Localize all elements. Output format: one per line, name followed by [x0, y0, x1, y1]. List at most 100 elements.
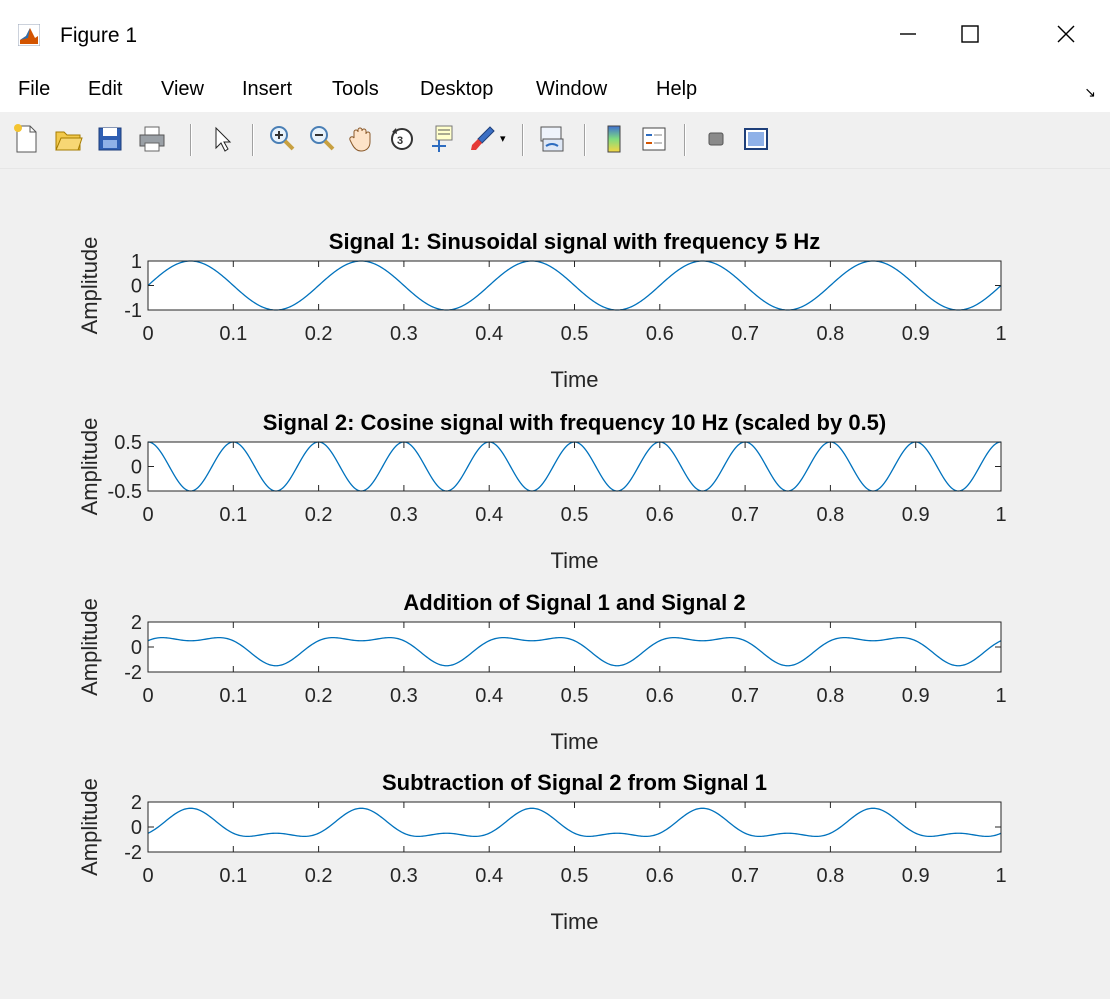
data-cursor-icon[interactable] — [426, 122, 458, 156]
subplot-title: Signal 1: Sinusoidal signal with frequen… — [329, 229, 820, 254]
brush-icon[interactable] — [466, 122, 498, 156]
x-tick-label: 0 — [142, 504, 153, 526]
zoom-out-icon[interactable] — [306, 122, 338, 156]
x-tick-label: 0.2 — [305, 685, 333, 707]
x-tick-label: 0.3 — [390, 323, 418, 345]
x-tick-label: 0 — [142, 323, 153, 345]
x-tick-label: 0.1 — [219, 685, 247, 707]
x-tick-label: 1 — [995, 323, 1006, 345]
x-tick-label: 0.1 — [219, 504, 247, 526]
plot-area — [148, 442, 1001, 491]
menu-help[interactable]: Help — [656, 78, 697, 101]
x-tick-label: 0.4 — [475, 504, 503, 526]
hide-plot-tools-icon[interactable] — [700, 122, 732, 156]
toolbar-separator — [252, 124, 254, 156]
x-tick-label: 1 — [995, 685, 1006, 707]
save-icon[interactable] — [94, 122, 126, 156]
maximize-icon — [961, 25, 979, 43]
matlab-icon — [18, 24, 40, 46]
dock-arrow-icon[interactable]: ↘ — [1084, 84, 1096, 101]
menu-insert[interactable]: Insert — [242, 78, 292, 101]
legend-icon[interactable] — [638, 122, 670, 156]
menu-file[interactable]: File — [18, 78, 50, 101]
figure-canvas: 0 0.1 0.2 0.3 0.4 0.5 0.6 0.7 0.8 0.9 1 -1 0 1 Signal … — [0, 169, 1110, 994]
x-tick-label: 0.9 — [902, 323, 930, 345]
y-tick-label: 0 — [131, 276, 142, 298]
x-tick-label: 0.6 — [646, 323, 674, 345]
window-titlebar: Figure 1 — [0, 0, 1110, 68]
zoom-in-icon[interactable] — [266, 122, 298, 156]
maximize-button[interactable] — [940, 10, 1000, 58]
subplots: 0 0.1 0.2 0.3 0.4 0.5 0.6 0.7 0.8 0.9 1-101Signal … — [77, 229, 1007, 934]
x-tick-label: 0.6 — [646, 504, 674, 526]
close-icon — [1057, 25, 1075, 43]
menu-desktop[interactable]: Desktop — [420, 78, 493, 101]
x-tick-label: 0.1 — [219, 865, 247, 887]
subplot-3: 0 0.1 0.2 0.3 0.4 0.5 0.6 0.7 0.8 0.9 1-202Additio… — [77, 590, 1007, 754]
toolbar-separator — [522, 124, 524, 156]
x-tick-label: 1 — [995, 865, 1006, 887]
y-tick-label: 0 — [131, 817, 142, 839]
print-icon[interactable] — [136, 122, 168, 156]
y-tick-label: 0.5 — [114, 432, 142, 454]
y-axis-label: Amplitude — [77, 598, 102, 696]
y-tick-label: 0 — [131, 457, 142, 479]
svg-text:3: 3 — [397, 135, 403, 147]
x-tick-label: 0.3 — [390, 685, 418, 707]
x-tick-label: 0.5 — [561, 685, 589, 707]
pointer-icon[interactable] — [206, 122, 238, 156]
open-file-icon[interactable] — [52, 122, 84, 156]
window-title: Figure 1 — [60, 24, 138, 47]
show-plot-tools-icon[interactable] — [740, 122, 772, 156]
close-button[interactable] — [1036, 10, 1096, 58]
subplot-2: 0 0.1 0.2 0.3 0.4 0.5 0.6 0.7 0.8 0.9 1 -0.50 0.5 Sig… — [77, 410, 1007, 573]
y-tick-label: 2 — [131, 612, 142, 634]
toolbar-separator — [584, 124, 586, 156]
x-tick-label: 0.4 — [475, 685, 503, 707]
new-figure-icon[interactable] — [10, 122, 42, 156]
x-tick-label: 0.4 — [475, 323, 503, 345]
x-tick-label: 0.7 — [731, 865, 759, 887]
x-axis-label: Time — [550, 729, 598, 754]
x-tick-label: 1 — [995, 504, 1006, 526]
brush-dropdown-icon[interactable]: ▾ — [500, 132, 506, 145]
menu-window[interactable]: Window — [536, 78, 607, 101]
x-tick-label: 0 — [142, 865, 153, 887]
x-tick-label: 0.1 — [219, 323, 247, 345]
x-tick-label: 0.5 — [561, 865, 589, 887]
x-tick-label: 0.5 — [561, 504, 589, 526]
link-plot-icon[interactable] — [536, 122, 568, 156]
y-tick-label: -0.5 — [108, 481, 142, 503]
y-tick-label: 1 — [131, 251, 142, 273]
x-tick-label: 0.9 — [902, 865, 930, 887]
x-tick-label: 0.3 — [390, 504, 418, 526]
subplot-title: Addition of Signal 1 and Signal 2 — [403, 590, 745, 615]
menu-view[interactable]: View — [161, 78, 204, 101]
y-tick-label: -1 — [124, 300, 142, 322]
colorbar-icon[interactable] — [598, 122, 630, 156]
y-tick-label: -2 — [124, 842, 142, 864]
plot-area — [148, 622, 1001, 672]
x-tick-label: 0.2 — [305, 504, 333, 526]
x-tick-label: 0.7 — [731, 504, 759, 526]
x-tick-label: 0.8 — [816, 865, 844, 887]
subplot-title: Signal 2: Cosine signal with frequency 1… — [263, 410, 887, 435]
x-tick-label: 0 — [142, 685, 153, 707]
y-tick-label: 2 — [131, 792, 142, 814]
menu-edit[interactable]: Edit — [88, 78, 122, 101]
y-axis-label: Amplitude — [77, 237, 102, 335]
subplot-title: Subtraction of Signal 2 from Signal 1 — [382, 770, 767, 795]
x-tick-label: 0.7 — [731, 685, 759, 707]
y-axis-label: Amplitude — [77, 418, 102, 516]
minimize-button[interactable] — [878, 10, 938, 58]
x-tick-label: 0.6 — [646, 685, 674, 707]
rotate-3d-icon[interactable]: 3 — [386, 122, 418, 156]
x-tick-label: 0.8 — [816, 685, 844, 707]
x-tick-label: 0.8 — [816, 323, 844, 345]
x-tick-label: 0.9 — [902, 504, 930, 526]
x-tick-label: 0.2 — [305, 865, 333, 887]
toolbar-separator — [684, 124, 686, 156]
menu-tools[interactable]: Tools — [332, 78, 379, 101]
pan-icon[interactable] — [346, 122, 378, 156]
x-axis-label: Time — [550, 548, 598, 573]
